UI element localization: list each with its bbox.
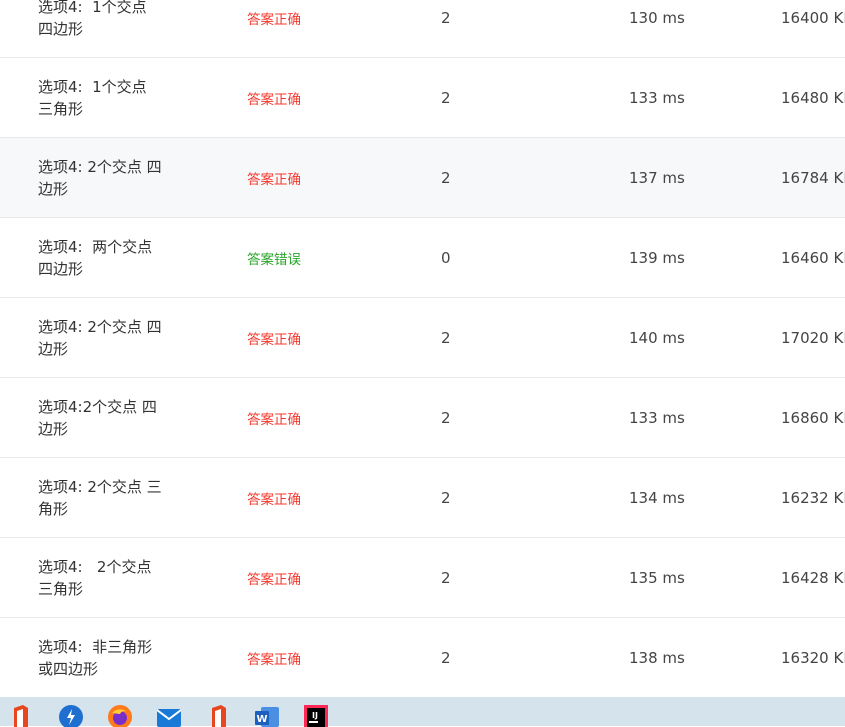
table-row[interactable]: 选项4: 非三角形或四边形 答案正确 2 138 ms 16320 KB: [0, 618, 845, 698]
memory-value: 17020 KB: [781, 329, 845, 347]
score-value: 2: [441, 169, 451, 187]
answer-text: 四边形: [38, 260, 84, 278]
table-row[interactable]: 选项4: 2个交点 三角形 答案正确 2 134 ms 16232 KB: [0, 458, 845, 538]
answer-text: 三角形: [38, 580, 84, 598]
answer-cell: 选项4: 2个交点 三角形: [38, 458, 188, 538]
score-value: 2: [441, 409, 451, 427]
answer-text: 边形: [38, 420, 69, 438]
memory-value: 16460 KB: [781, 249, 845, 267]
answer-cell: 选项4: 2个交点 四边形: [38, 138, 188, 218]
score-value: 2: [441, 489, 451, 507]
status-label: 答案正确: [247, 172, 301, 188]
taskbar: W IJ: [0, 697, 845, 727]
intellij-icon[interactable]: IJ: [304, 705, 328, 727]
mail-icon[interactable]: [157, 705, 181, 727]
memory-value: 16320 KB: [781, 649, 845, 667]
memory-value: 16784 KB: [781, 169, 845, 187]
score-value: 0: [441, 249, 451, 267]
memory-value: 16480 KB: [781, 89, 845, 107]
answer-text: 边形: [38, 340, 69, 358]
answer-cell: 选项4: 1个交点 三角形: [38, 58, 188, 138]
time-value: 137 ms: [629, 169, 685, 187]
status-label: 答案正确: [247, 12, 301, 28]
answer-text: 选项4: 2个交点 三: [38, 478, 162, 496]
answer-text: 角形: [38, 500, 69, 518]
answer-text: 三角形: [38, 100, 84, 118]
thunder-icon[interactable]: [59, 705, 83, 727]
score-value: 2: [441, 569, 451, 587]
time-value: 140 ms: [629, 329, 685, 347]
status-label: 答案正确: [247, 92, 301, 108]
time-value: 139 ms: [629, 249, 685, 267]
answer-cell: 选项4: 1个交点 四边形: [38, 0, 188, 58]
status-label: 答案正确: [247, 492, 301, 508]
answer-text: 四边形: [38, 20, 84, 38]
answer-text: 选项4: 1个交点: [38, 78, 147, 96]
answer-text: 或四边形: [38, 660, 99, 678]
memory-value: 16860 KB: [781, 409, 845, 427]
table-row[interactable]: 选项4:2个交点 四边形 答案正确 2 133 ms 16860 KB: [0, 378, 845, 458]
table-row[interactable]: 选项4: 2个交点 四边形 答案正确 2 140 ms 17020 KB: [0, 298, 845, 378]
score-value: 2: [441, 649, 451, 667]
status-label: 答案正确: [247, 412, 301, 428]
status-label: 答案正确: [247, 652, 301, 668]
answer-text: 选项4: 2个交点: [38, 558, 152, 576]
answer-text: 选项4: 非三角形: [38, 638, 153, 656]
status-label: 答案错误: [247, 252, 301, 268]
office-icon[interactable]: [206, 705, 230, 727]
answer-cell: 选项4: 2个交点 三角形: [38, 538, 188, 618]
time-value: 130 ms: [629, 9, 685, 27]
office-icon[interactable]: [8, 705, 32, 727]
word-icon[interactable]: W: [255, 705, 279, 727]
time-value: 134 ms: [629, 489, 685, 507]
time-value: 138 ms: [629, 649, 685, 667]
status-label: 答案正确: [247, 572, 301, 588]
answer-text: 选项4:2个交点 四: [38, 398, 157, 416]
answer-text: 选项4: 2个交点 四: [38, 158, 162, 176]
table-row[interactable]: 选项4: 2个交点三角形 答案正确 2 135 ms 16428 KB: [0, 538, 845, 618]
table-row[interactable]: 选项4: 两个交点四边形 答案错误 0 139 ms 16460 KB: [0, 218, 845, 298]
memory-value: 16232 KB: [781, 489, 845, 507]
submissions-table: 选项4: 1个交点四边形 答案正确 2 130 ms 16400 KB 选项4:…: [0, 0, 845, 698]
score-value: 2: [441, 89, 451, 107]
answer-cell: 选项4: 2个交点 四边形: [38, 298, 188, 378]
time-value: 133 ms: [629, 409, 685, 427]
answer-text: 选项4: 2个交点 四: [38, 318, 162, 336]
firefox-icon[interactable]: [108, 705, 132, 727]
score-value: 2: [441, 329, 451, 347]
answer-cell: 选项4: 两个交点 四边形: [38, 218, 188, 298]
table-row[interactable]: 选项4: 1个交点四边形 答案正确 2 130 ms 16400 KB: [0, 0, 845, 58]
memory-value: 16428 KB: [781, 569, 845, 587]
memory-value: 16400 KB: [781, 9, 845, 27]
svg-text:W: W: [256, 714, 267, 725]
answer-text: 边形: [38, 180, 69, 198]
table-row[interactable]: 选项4: 2个交点 四边形 答案正确 2 137 ms 16784 KB: [0, 138, 845, 218]
score-value: 2: [441, 9, 451, 27]
status-label: 答案正确: [247, 332, 301, 348]
answer-text: 选项4: 1个交点: [38, 0, 147, 16]
table-row[interactable]: 选项4: 1个交点三角形 答案正确 2 133 ms 16480 KB: [0, 58, 845, 138]
answer-cell: 选项4: 非三角形 或四边形: [38, 618, 188, 698]
svg-text:IJ: IJ: [312, 711, 318, 720]
time-value: 135 ms: [629, 569, 685, 587]
answer-text: 选项4: 两个交点: [38, 238, 153, 256]
answer-cell: 选项4:2个交点 四边形: [38, 378, 188, 458]
time-value: 133 ms: [629, 89, 685, 107]
